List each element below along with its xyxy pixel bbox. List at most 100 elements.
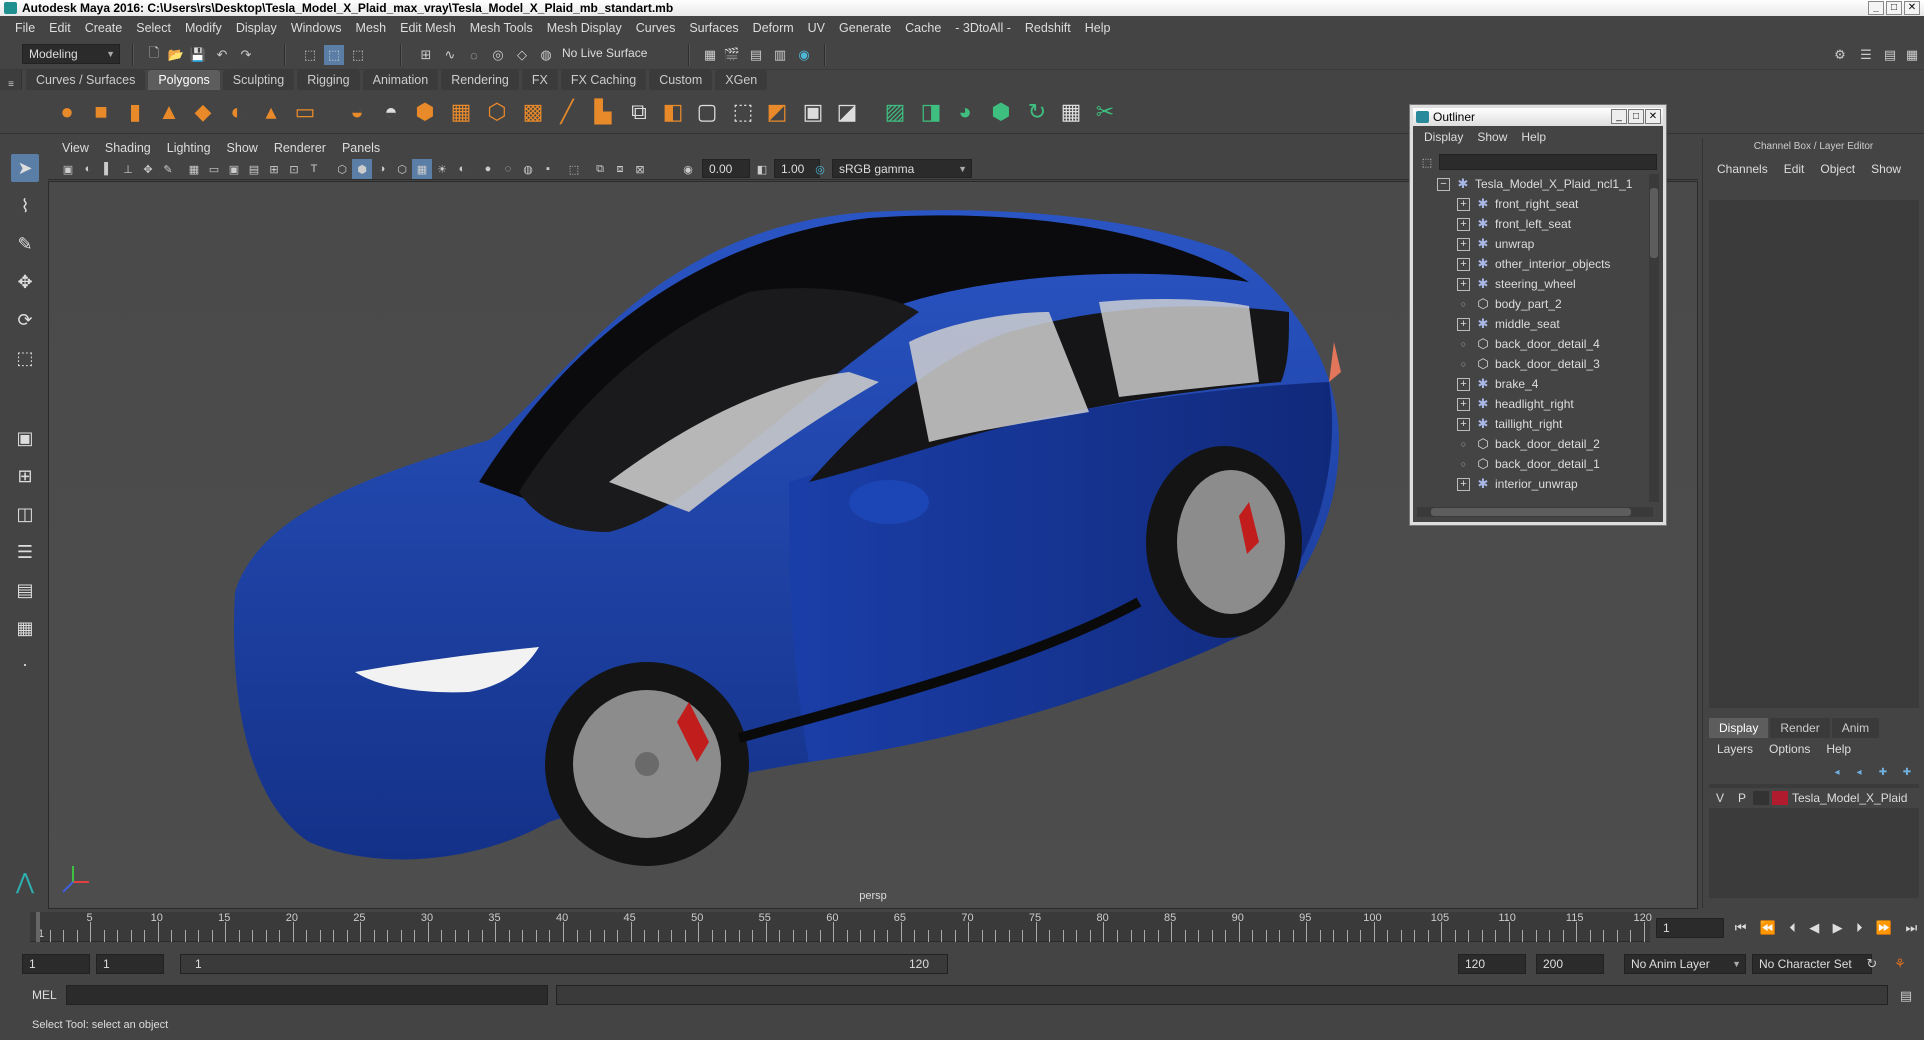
menu-help[interactable]: Help bbox=[1078, 21, 1118, 35]
xray-joints-icon[interactable]: ⧈ bbox=[610, 159, 630, 179]
poly-cylinder-icon[interactable]: ▮ bbox=[120, 97, 150, 127]
bevel-icon[interactable]: ◧ bbox=[658, 97, 688, 127]
hypershade-icon[interactable]: ◉ bbox=[794, 45, 814, 65]
snap-grid-icon[interactable]: ⊞ bbox=[416, 45, 436, 65]
ipr-render-icon[interactable]: ▤ bbox=[746, 45, 766, 65]
tab-rigging[interactable]: Rigging bbox=[297, 70, 360, 90]
anim-layer-dropdown[interactable]: No Anim Layer ▼ bbox=[1624, 954, 1746, 974]
shadows-icon[interactable]: ◐ bbox=[452, 159, 472, 179]
tree-row[interactable]: ○ ⬡ back_door_detail_3 bbox=[1417, 354, 1653, 374]
scroll-thumb[interactable] bbox=[1650, 188, 1658, 258]
step-back-key-icon[interactable]: ⏪ bbox=[1760, 920, 1776, 936]
expand-icon[interactable]: + bbox=[1457, 417, 1470, 431]
menu-mesh-display[interactable]: Mesh Display bbox=[540, 21, 629, 35]
lasso-tool-icon[interactable]: ⌇ bbox=[11, 192, 39, 220]
range-slider[interactable]: 1 120 bbox=[180, 954, 948, 974]
step-forward-key-icon[interactable]: ⏩ bbox=[1876, 920, 1892, 936]
gamma-icon[interactable]: ◧ bbox=[752, 159, 772, 179]
go-to-end-icon[interactable]: ⏭ bbox=[1906, 920, 1918, 936]
append-polygon-icon[interactable]: ◩ bbox=[762, 97, 792, 127]
auto-key-icon[interactable]: ↻ bbox=[1862, 954, 1882, 974]
vp-menu-show[interactable]: Show bbox=[219, 141, 266, 155]
menu-modify[interactable]: Modify bbox=[178, 21, 229, 35]
film-gate-icon[interactable]: ▭ bbox=[204, 159, 224, 179]
offset-edge-loop-icon[interactable]: ⬚ bbox=[728, 97, 758, 127]
menu-redshift[interactable]: Redshift bbox=[1018, 21, 1078, 35]
vp-menu-panels[interactable]: Panels bbox=[334, 141, 388, 155]
vp-menu-lighting[interactable]: Lighting bbox=[159, 141, 219, 155]
layer-menu-layers[interactable]: Layers bbox=[1709, 742, 1761, 756]
screen-space-ao-icon[interactable]: ● bbox=[478, 159, 498, 179]
tab-render-layers[interactable]: Render bbox=[1770, 718, 1830, 738]
gate-mask-icon[interactable]: ▤ bbox=[244, 159, 264, 179]
layer-menu-options[interactable]: Options bbox=[1761, 742, 1818, 756]
tool-settings-toggle-icon[interactable]: ▤ bbox=[1880, 45, 1900, 65]
play-backwards-icon[interactable]: ◀ bbox=[1809, 920, 1819, 936]
grid-icon[interactable]: ▦ bbox=[184, 159, 204, 179]
render-settings-icon[interactable]: ▥ bbox=[770, 45, 790, 65]
script-editor-icon[interactable]: ▤ bbox=[1896, 986, 1916, 1006]
tab-display-layers[interactable]: Display bbox=[1709, 718, 1769, 738]
poly-cube-icon[interactable]: ■ bbox=[86, 97, 116, 127]
vp-menu-view[interactable]: View bbox=[54, 141, 97, 155]
tree-row[interactable]: + ✱ front_left_seat bbox=[1417, 214, 1653, 234]
live-surface-field[interactable]: No Live Surface bbox=[556, 44, 654, 64]
playback-end-field[interactable]: 120 bbox=[1458, 954, 1526, 974]
extrude-icon[interactable]: ▙ bbox=[588, 97, 618, 127]
animation-preferences-icon[interactable]: ⚘ bbox=[1890, 954, 1910, 974]
character-set-dropdown[interactable]: No Character Set bbox=[1752, 954, 1872, 974]
playback-start-field[interactable]: 1 bbox=[96, 954, 164, 974]
menu-generate[interactable]: Generate bbox=[832, 21, 898, 35]
outliner-minimize-button[interactable]: _ bbox=[1611, 109, 1627, 124]
expand-icon[interactable]: + bbox=[1457, 377, 1470, 391]
select-hierarchy-icon[interactable]: ⬚ bbox=[300, 45, 320, 65]
tab-anim-layers[interactable]: Anim bbox=[1831, 718, 1880, 738]
tab-fx-caching[interactable]: FX Caching bbox=[560, 70, 647, 90]
collapse-icon[interactable]: − bbox=[1437, 177, 1450, 191]
field-chart-icon[interactable]: ⊞ bbox=[264, 159, 284, 179]
time-slider-bar[interactable]: 1 5 10 15 20 25 30 35 40 45 50 55 60 65 70 75 80 85 90 95 10… bbox=[30, 912, 1652, 942]
end-time-field[interactable]: 200 bbox=[1536, 954, 1604, 974]
expand-icon[interactable]: + bbox=[1457, 277, 1470, 291]
current-time-marker[interactable] bbox=[36, 912, 40, 942]
poly-sphere-icon[interactable]: ● bbox=[52, 97, 82, 127]
outliner-menu-show[interactable]: Show bbox=[1470, 130, 1514, 144]
layer-display-type-toggle[interactable] bbox=[1753, 791, 1769, 805]
extract-icon[interactable]: ⬢ bbox=[410, 97, 440, 127]
go-to-start-icon[interactable]: ⏮ bbox=[1735, 920, 1747, 936]
new-scene-icon[interactable]: 🗋 bbox=[144, 45, 164, 65]
grease-pencil-icon[interactable]: ✎ bbox=[158, 159, 178, 179]
menu-file[interactable]: File bbox=[8, 21, 42, 35]
uv-editor-icon[interactable]: ↻ bbox=[1022, 97, 1052, 127]
safe-title-icon[interactable]: T bbox=[304, 159, 324, 179]
isolate-select-icon[interactable]: ⬚ bbox=[564, 159, 584, 179]
tab-fx[interactable]: FX bbox=[521, 70, 558, 90]
save-scene-icon[interactable]: 💾 bbox=[188, 45, 208, 65]
select-component-icon[interactable]: ⬚ bbox=[348, 45, 368, 65]
exposure-field[interactable]: 0.00 bbox=[702, 159, 750, 178]
vp-menu-shading[interactable]: Shading bbox=[97, 141, 159, 155]
snap-view-icon[interactable]: ◎ bbox=[488, 45, 508, 65]
xray-icon[interactable]: ⧉ bbox=[590, 159, 610, 179]
outliner-horizontal-scrollbar[interactable] bbox=[1417, 507, 1653, 517]
automatic-uv-icon[interactable]: ⬢ bbox=[986, 97, 1016, 127]
combine-icon[interactable]: ◒ bbox=[342, 97, 372, 127]
snap-point-icon[interactable]: ◌ bbox=[464, 45, 484, 65]
cb-menu-object[interactable]: Object bbox=[1812, 162, 1863, 176]
cylindrical-uv-icon[interactable]: ◨ bbox=[916, 97, 946, 127]
tab-polygons[interactable]: Polygons bbox=[148, 70, 220, 90]
undo-icon[interactable]: ↶ bbox=[212, 45, 232, 65]
insert-edge-loop-icon[interactable]: ▢ bbox=[692, 97, 722, 127]
menu-uv[interactable]: UV bbox=[801, 21, 832, 35]
layout-outliner-icon[interactable]: ☰ bbox=[11, 538, 39, 566]
smooth-icon[interactable]: ▦ bbox=[446, 97, 476, 127]
expand-icon[interactable]: + bbox=[1457, 217, 1470, 231]
menu-surfaces[interactable]: Surfaces bbox=[682, 21, 745, 35]
close-button[interactable]: ✕ bbox=[1904, 1, 1920, 15]
menu-mesh[interactable]: Mesh bbox=[349, 21, 394, 35]
workspace-icon[interactable]: ⚙ bbox=[1830, 45, 1850, 65]
layout-two-icon[interactable]: ◫ bbox=[11, 500, 39, 528]
outliner-search-input[interactable] bbox=[1439, 154, 1657, 170]
poly-torus-icon[interactable]: ◐ bbox=[222, 97, 252, 127]
layout-hypershade-icon[interactable]: ▦ bbox=[11, 614, 39, 642]
